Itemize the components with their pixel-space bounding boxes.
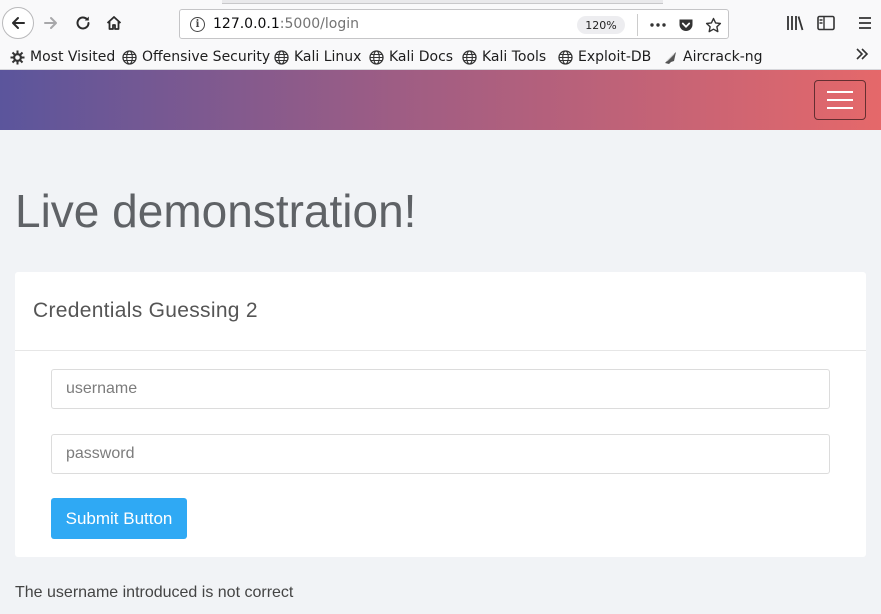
bookmark-exploit-db[interactable]: Exploit-DB <box>558 47 651 67</box>
home-icon <box>106 16 122 30</box>
browser-toolbar: i 127.0.0.1:5000/login 120% <box>0 0 881 46</box>
bookmark-kali-tools[interactable]: Kali Tools <box>462 47 546 67</box>
menu-icon[interactable] <box>854 12 876 34</box>
bookmarks-toolbar: Most Visited Offensive Security Kali Lin… <box>0 43 881 70</box>
reload-icon <box>76 16 90 30</box>
username-input[interactable] <box>51 369 830 409</box>
bookmark-label: Exploit-DB <box>578 49 652 65</box>
back-button[interactable] <box>2 7 34 39</box>
forward-button[interactable] <box>38 9 64 37</box>
globe-icon <box>369 49 384 65</box>
hamburger-line <box>827 99 853 101</box>
library-icon[interactable] <box>784 12 806 34</box>
tab-strip-edge <box>222 0 663 4</box>
address-bar[interactable]: i 127.0.0.1:5000/login 120% <box>179 9 729 39</box>
card-title: Credentials Guessing 2 <box>33 299 258 322</box>
url-host: 127.0.0.1 <box>213 16 280 32</box>
bookmark-kali-linux[interactable]: Kali Linux <box>274 47 361 67</box>
zoom-level-badge[interactable]: 120% <box>577 16 625 34</box>
bookmark-label: Offensive Security <box>142 49 271 65</box>
login-card: Credentials Guessing 2 Submit Button <box>15 272 866 557</box>
password-input[interactable] <box>51 434 830 474</box>
bookmark-label: Most Visited <box>30 49 116 65</box>
home-button[interactable] <box>101 9 127 37</box>
globe-icon <box>274 49 289 65</box>
bookmark-kali-docs[interactable]: Kali Docs <box>369 47 453 67</box>
info-icon[interactable]: i <box>190 17 205 32</box>
bookmark-star-icon[interactable] <box>703 15 723 35</box>
bookmark-label: Kali Tools <box>482 49 547 65</box>
globe-icon <box>462 49 477 65</box>
bookmark-label: Kali Docs <box>389 49 454 65</box>
navbar-toggler-button[interactable] <box>814 80 866 120</box>
bookmark-offensive-security[interactable]: Offensive Security <box>122 47 270 67</box>
submit-button[interactable]: Submit Button <box>51 498 187 539</box>
bookmark-aircrack-ng[interactable]: Aircrack-ng <box>663 47 763 67</box>
hamburger-line <box>827 91 853 93</box>
url-path: :5000/login <box>279 16 359 32</box>
back-arrow-icon <box>12 17 25 29</box>
error-message: The username introduced is not correct <box>15 584 294 601</box>
bookmark-label: Kali Linux <box>294 49 362 65</box>
card-header: Credentials Guessing 2 <box>15 272 866 351</box>
gear-icon <box>10 50 25 65</box>
pocket-icon[interactable] <box>676 15 696 35</box>
sidebar-toggle-icon[interactable] <box>815 12 837 34</box>
globe-icon <box>122 49 137 65</box>
bookmarks-overflow-chevron-icon[interactable] <box>855 47 869 65</box>
reload-button[interactable] <box>70 9 96 37</box>
bookmark-label: Aircrack-ng <box>683 49 763 65</box>
globe-icon <box>558 49 573 65</box>
aircrack-icon <box>663 50 678 65</box>
hamburger-line <box>827 107 853 109</box>
url-divider <box>637 14 638 36</box>
url-text[interactable]: 127.0.0.1:5000/login <box>213 16 359 32</box>
page-title: Live demonstration! <box>15 185 417 237</box>
bookmark-most-visited[interactable]: Most Visited <box>10 47 115 67</box>
page-actions-icon[interactable] <box>648 15 668 35</box>
forward-arrow-icon <box>44 17 57 29</box>
site-navbar <box>0 70 881 130</box>
